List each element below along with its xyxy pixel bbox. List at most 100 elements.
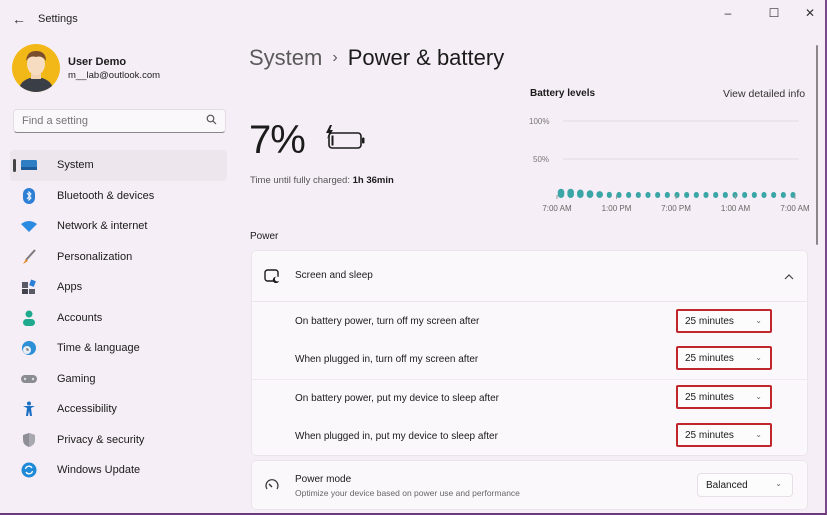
dropdown-value: Balanced	[706, 479, 748, 491]
charge-time-value: 1h 36min	[352, 175, 394, 186]
battery-percent: 7%	[249, 118, 306, 162]
x-tick-label: 1:00 PM	[602, 204, 632, 213]
sidebar-item-label: Gaming	[57, 372, 96, 385]
title-bar: ← Settings – ☐ ✕	[0, 0, 827, 40]
bluetooth-icon	[21, 187, 37, 204]
sidebar-item-gaming[interactable]: Gaming	[10, 364, 227, 395]
sidebar-item-windows-update[interactable]: Windows Update	[10, 455, 227, 486]
battery-level-bar	[655, 192, 661, 198]
battery-levels-title: Battery levels	[530, 88, 596, 99]
battery-level-bar	[635, 192, 641, 198]
minimize-button[interactable]: –	[713, 6, 743, 24]
charge-time-label: Time until fully charged:	[250, 175, 350, 186]
battery-level-bar	[586, 190, 594, 198]
battery-level-bar	[577, 189, 584, 198]
dropdown-value: 25 minutes	[685, 352, 734, 364]
battery-level-bar	[684, 192, 690, 198]
brush-icon	[21, 249, 37, 265]
setting-row-label: When plugged in, turn off my screen afte…	[295, 354, 479, 365]
battery-level-bar	[567, 188, 574, 198]
chevron-down-icon: ⌄	[755, 392, 762, 401]
battery-level-bar	[616, 192, 622, 198]
setting-row-label: On battery power, put my device to sleep…	[295, 393, 499, 404]
user-name: User Demo	[68, 56, 127, 68]
setting-row-label: On battery power, turn off my screen aft…	[295, 316, 480, 327]
dropdown-value: 25 minutes	[685, 391, 734, 403]
page-title: Power & battery	[347, 45, 505, 70]
sidebar-item-bluetooth[interactable]: Bluetooth & devices	[10, 181, 227, 212]
battery-level-bar	[742, 192, 748, 198]
sidebar-item-label: Time & language	[57, 342, 140, 355]
dropdown-value: 25 minutes	[685, 315, 734, 327]
x-tick-label: 7:00 PM	[661, 204, 691, 213]
maximize-button[interactable]: ☐	[759, 6, 789, 24]
battery-level-bar	[703, 192, 709, 198]
sidebar-nav: System Bluetooth & devices Network & int…	[10, 150, 227, 486]
battery-level-bar	[751, 192, 757, 198]
chevron-down-icon: ⌄	[755, 353, 762, 362]
shield-icon	[21, 432, 37, 448]
chevron-up-icon[interactable]	[784, 268, 794, 286]
plugged-sleep-dropdown[interactable]: 25 minutes ⌄	[676, 423, 772, 447]
x-tick-label: 1:00 AM	[721, 204, 751, 213]
sidebar-item-time-language[interactable]: Time & language	[10, 333, 227, 364]
sidebar-item-accessibility[interactable]: Accessibility	[10, 394, 227, 425]
sidebar-item-label: Windows Update	[57, 464, 141, 477]
breadcrumb-parent[interactable]: System	[249, 45, 322, 70]
sidebar-item-label: System	[57, 159, 94, 172]
setting-row-label: When plugged in, put my device to sleep …	[295, 431, 498, 442]
x-tick-label: 7:00 AM	[780, 204, 810, 213]
scrollbar[interactable]	[816, 45, 818, 245]
battery-sleep-dropdown[interactable]: 25 minutes ⌄	[676, 385, 772, 409]
x-tick-label: 7:00 AM	[542, 204, 572, 213]
sidebar-item-label: Apps	[57, 281, 83, 294]
sidebar-item-system[interactable]: System	[10, 150, 227, 181]
battery-level-bar	[771, 192, 777, 198]
sidebar-item-label: Accessibility	[57, 403, 117, 416]
battery-level-bar	[693, 192, 699, 198]
sidebar-item-personalization[interactable]: Personalization	[10, 242, 227, 273]
screen-sleep-header[interactable]: Screen and sleep	[252, 251, 807, 301]
battery-level-bar	[761, 192, 767, 198]
sidebar-item-accounts[interactable]: Accounts	[10, 303, 227, 334]
search-box[interactable]	[13, 109, 226, 133]
gamepad-icon	[21, 371, 37, 387]
battery-level-bar	[645, 192, 651, 198]
battery-levels-chart: 100% 50% 7:00 AM 1:00 PM 7:00 PM 1:00 AM 7:0…	[529, 117, 810, 213]
chevron-down-icon: ⌄	[755, 316, 762, 325]
power-section-heading: Power	[250, 231, 279, 242]
y-tick-label: 50%	[533, 155, 549, 164]
screen-sleep-label: Screen and sleep	[295, 270, 373, 281]
battery-screen-off-dropdown[interactable]: 25 minutes ⌄	[676, 309, 772, 333]
sidebar-item-label: Accounts	[57, 311, 103, 324]
sidebar-item-label: Network & internet	[57, 220, 148, 233]
y-tick-label: 100%	[529, 117, 549, 126]
battery-level-bar	[722, 192, 728, 198]
view-detailed-info-link[interactable]: View detailed info	[723, 88, 805, 100]
avatar[interactable]	[12, 44, 60, 92]
battery-level-bar	[674, 192, 680, 198]
screen-sleep-icon	[264, 269, 280, 288]
back-arrow-icon[interactable]: ←	[12, 11, 26, 27]
breadcrumb: System › Power & battery	[249, 45, 504, 71]
battery-charging-icon	[325, 125, 367, 156]
wifi-icon	[21, 218, 37, 234]
sidebar-item-apps[interactable]: Apps	[10, 272, 227, 303]
power-mode-label: Power mode	[295, 474, 352, 485]
plugged-screen-off-dropdown[interactable]: 25 minutes ⌄	[676, 346, 772, 370]
battery-level-bar	[780, 192, 786, 198]
battery-level-bar	[713, 192, 719, 198]
sidebar-item-privacy[interactable]: Privacy & security	[10, 425, 227, 456]
search-input[interactable]	[14, 110, 194, 132]
accessibility-icon	[21, 401, 37, 417]
power-mode-icon	[265, 478, 279, 496]
close-button[interactable]: ✕	[795, 6, 825, 24]
power-mode-dropdown[interactable]: Balanced ⌄	[697, 473, 793, 497]
window-title: Settings	[38, 13, 78, 25]
user-email: m__lab@outlook.com	[68, 70, 161, 81]
battery-level-bar	[596, 191, 603, 198]
dropdown-value: 25 minutes	[685, 429, 734, 441]
search-icon[interactable]	[206, 114, 217, 128]
battery-level-bar	[664, 192, 670, 198]
sidebar-item-network[interactable]: Network & internet	[10, 211, 227, 242]
